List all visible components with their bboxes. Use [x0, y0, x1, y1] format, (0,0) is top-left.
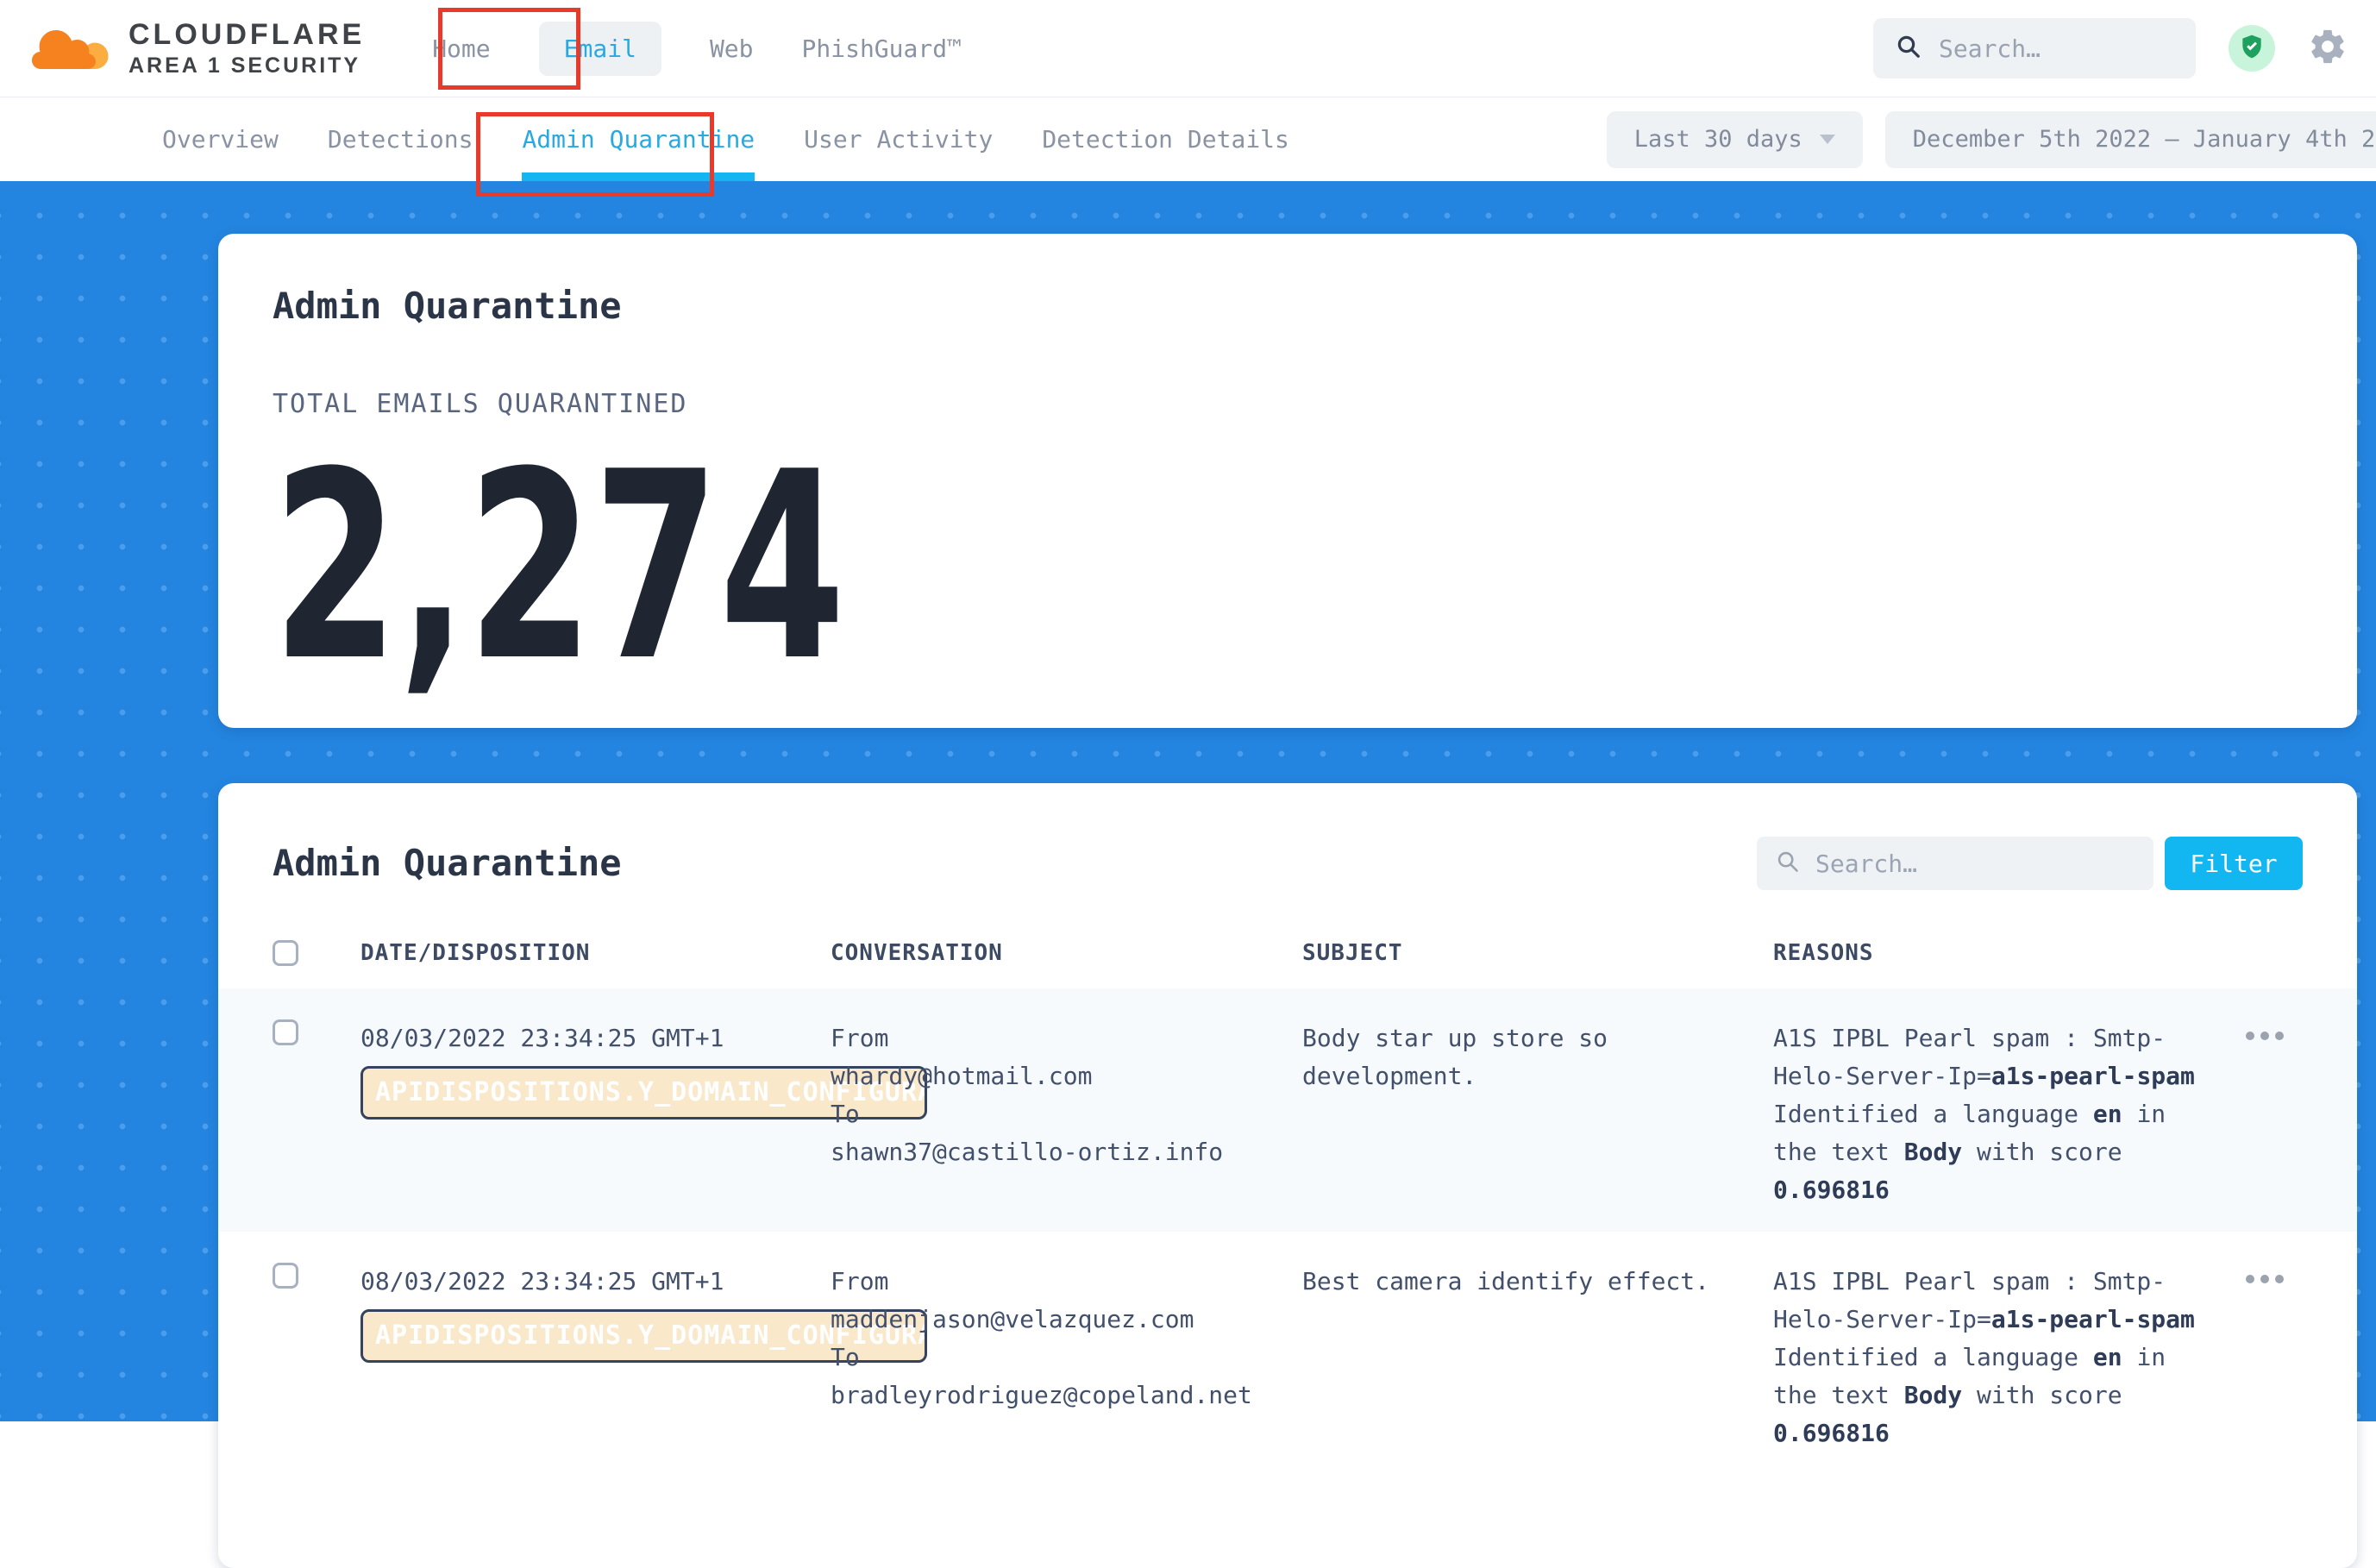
row-actions-menu[interactable] [2246, 1275, 2284, 1452]
row-subject: Body star up store so development. [1302, 1019, 1773, 1209]
tab-admin-quarantine[interactable]: Admin Quarantine [522, 97, 755, 181]
row-subject: Best camera identify effect. [1302, 1263, 1773, 1452]
table-body: 08/03/2022 23:34:25 GMT+1 APIDISPOSITION… [218, 988, 2357, 1475]
column-header-subject: SUBJECT [1302, 940, 1773, 966]
from-label: From [831, 1019, 1302, 1057]
table-search[interactable] [1757, 837, 2153, 890]
table-card-title: Admin Quarantine [273, 843, 622, 884]
main-content: Admin Quarantine TOTAL EMAILS QUARANTINE… [0, 181, 2376, 1421]
to-label: To [831, 1095, 1302, 1133]
email-subnav: Overview Detections Admin Quarantine Use… [0, 97, 2376, 181]
from-address: whardy@hotmail.com [831, 1057, 1302, 1095]
to-address: bradleyrodriguez@copeland.net [831, 1377, 1302, 1414]
time-range-dropdown[interactable]: Last 30 days [1607, 111, 1863, 168]
table-header-row: DATE/DISPOSITION CONVERSATION SUBJECT RE… [273, 940, 2303, 988]
table-search-input[interactable] [1814, 849, 2135, 879]
quarantine-stats-card: Admin Quarantine TOTAL EMAILS QUARANTINE… [218, 234, 2357, 728]
tab-detections[interactable]: Detections [328, 97, 473, 181]
filter-button[interactable]: Filter [2165, 837, 2303, 890]
quarantine-table-card: Admin Quarantine Filter DATE/DISPOSITION… [218, 783, 2357, 1568]
row-conversation: From maddenjason@velazquez.com To bradle… [831, 1263, 1302, 1452]
stats-card-title: Admin Quarantine [273, 285, 2303, 327]
row-checkbox[interactable] [273, 1019, 298, 1045]
table-card-header: Admin Quarantine Filter [273, 837, 2303, 890]
nav-item-email[interactable]: Email [539, 22, 661, 76]
subnav-right: Last 30 days December 5th 2022 — January… [1607, 111, 2376, 168]
table-actions: Filter [1757, 837, 2303, 890]
column-header-conversation: CONVERSATION [831, 940, 1302, 966]
from-address: maddenjason@velazquez.com [831, 1301, 1302, 1339]
brand-text: CLOUDFLARE AREA 1 SECURITY [129, 20, 365, 77]
nav-item-phishguard[interactable]: PhishGuard™ [802, 34, 962, 63]
nav-item-home[interactable]: Home [432, 34, 490, 63]
row-checkbox[interactable] [273, 1263, 298, 1289]
main-nav: Home Email Web PhishGuard™ [432, 22, 962, 76]
search-icon [1776, 850, 1800, 877]
nav-item-web[interactable]: Web [710, 34, 754, 63]
cloudflare-cloud-logo-icon [30, 20, 116, 77]
topbar-right [1873, 18, 2348, 78]
row-actions-menu[interactable] [2246, 1032, 2284, 1209]
column-header-date: DATE/DISPOSITION [360, 940, 831, 966]
row-reasons: A1S IPBL Pearl spam : Smtp-Helo-Server-I… [1773, 1019, 2213, 1209]
total-quarantined-value: 2,274 [273, 467, 792, 668]
row-conversation: From whardy@hotmail.com To shawn37@casti… [831, 1019, 1302, 1209]
global-search[interactable] [1873, 18, 2196, 78]
search-icon [1896, 34, 1921, 63]
to-label: To [831, 1339, 1302, 1377]
chevron-down-icon [1820, 135, 1835, 144]
table-row[interactable]: 08/03/2022 23:34:25 GMT+1 APIDISPOSITION… [218, 988, 2357, 1232]
global-search-input[interactable] [1937, 34, 2173, 64]
brand-name: CLOUDFLARE [129, 20, 365, 51]
row-date: 08/03/2022 23:34:25 GMT+1 [360, 1019, 831, 1057]
select-all-checkbox[interactable] [273, 940, 298, 966]
from-label: From [831, 1263, 1302, 1301]
shield-check-icon [2238, 33, 2266, 64]
brand-subtitle: AREA 1 SECURITY [129, 54, 365, 77]
security-status-badge[interactable] [2229, 25, 2275, 72]
time-range-label: Last 30 days [1634, 126, 1802, 153]
date-range-picker[interactable]: December 5th 2022 — January 4th 2023 [1885, 111, 2376, 168]
row-date: 08/03/2022 23:34:25 GMT+1 [360, 1263, 831, 1301]
date-range-label: December 5th 2022 — January 4th 2023 [1913, 126, 2376, 153]
top-header: CLOUDFLARE AREA 1 SECURITY Home Email We… [0, 0, 2376, 97]
to-address: shawn37@castillo-ortiz.info [831, 1133, 1302, 1171]
total-quarantined-label: TOTAL EMAILS QUARANTINED [273, 389, 2303, 419]
row-date-cell: 08/03/2022 23:34:25 GMT+1 APIDISPOSITION… [360, 1019, 831, 1209]
table-row[interactable]: 08/03/2022 23:34:25 GMT+1 APIDISPOSITION… [218, 1232, 2357, 1475]
subnav-tabs: Overview Detections Admin Quarantine Use… [162, 97, 1289, 181]
row-reasons: A1S IPBL Pearl spam : Smtp-Helo-Server-I… [1773, 1263, 2213, 1452]
tab-user-activity[interactable]: User Activity [804, 97, 993, 181]
tab-overview[interactable]: Overview [162, 97, 279, 181]
cloudflare-brand[interactable]: CLOUDFLARE AREA 1 SECURITY [30, 20, 365, 77]
tab-detection-details[interactable]: Detection Details [1042, 97, 1289, 181]
column-header-reasons: REASONS [1773, 940, 2213, 966]
gear-icon[interactable] [2308, 27, 2348, 70]
row-date-cell: 08/03/2022 23:34:25 GMT+1 APIDISPOSITION… [360, 1263, 831, 1452]
